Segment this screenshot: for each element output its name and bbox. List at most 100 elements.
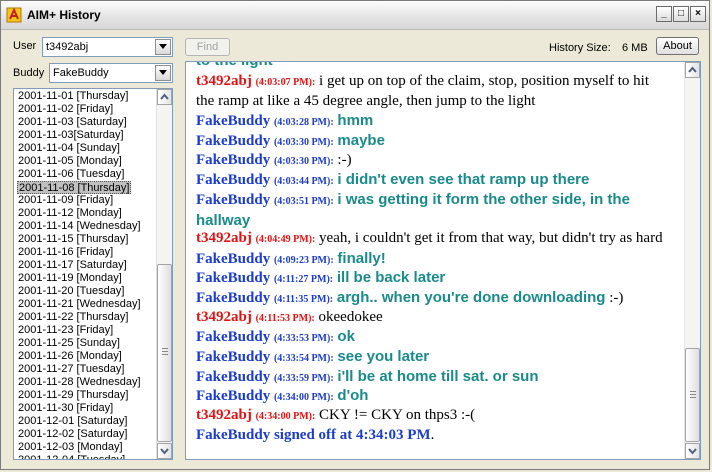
chat-message: FakeBuddy (4:03:28 PM): hmm xyxy=(196,111,671,132)
message-text: finally! xyxy=(337,250,386,267)
close-button[interactable]: × xyxy=(690,6,706,22)
date-list-item[interactable]: 2001-11-15 [Thursday] xyxy=(17,233,129,246)
signoff-line: FakeBuddy signed off at 4:34:03 PM. xyxy=(196,426,671,445)
chat-message: FakeBuddy (4:09:23 PM): finally! xyxy=(196,249,671,270)
timestamp: (4:11:27 PM): xyxy=(273,274,334,285)
date-list-item[interactable]: 2001-12-01 [Saturday] xyxy=(17,415,128,428)
timestamp: (4:34:00 PM): xyxy=(255,411,316,422)
title-bar[interactable]: AIM+ History _ □ × xyxy=(1,1,709,30)
date-list-item[interactable]: 2001-11-28 [Wednesday] xyxy=(17,376,142,389)
sender-name: FakeBuddy xyxy=(196,388,271,404)
chat-message: FakeBuddy (4:03:51 PM): i was getting it… xyxy=(196,190,671,231)
chat-message: FakeBuddy (4:11:35 PM): argh.. when you'… xyxy=(196,288,671,309)
signoff-text: FakeBuddy signed off at 4:34:03 PM xyxy=(196,427,431,443)
date-list-item[interactable]: 2001-11-06 [Tuesday] xyxy=(17,168,125,181)
date-list[interactable]: 2001-11-01 [Thursday] 2001-11-02 [Friday]… xyxy=(13,88,173,460)
chat-scrollbar[interactable] xyxy=(684,62,700,459)
date-list-item[interactable]: 2001-12-02 [Saturday] xyxy=(17,428,128,441)
chat-message: FakeBuddy (4:03:30 PM): maybe xyxy=(196,131,671,152)
chat-cut-line: to the light xyxy=(196,62,671,71)
buddy-select[interactable]: FakeBuddy xyxy=(49,63,173,83)
user-dropdown-button[interactable] xyxy=(155,39,171,55)
sender-name: t3492abj xyxy=(196,407,252,423)
message-text: maybe xyxy=(337,132,385,149)
message-text: i didn't even see that ramp up there xyxy=(337,171,590,188)
date-list-item[interactable]: 2001-11-17 [Saturday] xyxy=(17,259,128,272)
sender-name: t3492abj xyxy=(196,73,252,89)
date-list-item[interactable]: 2001-11-29 [Thursday] xyxy=(17,389,129,402)
timestamp: (4:03:28 PM): xyxy=(273,117,334,128)
timestamp: (4:11:35 PM): xyxy=(273,294,334,305)
date-list-item[interactable]: 2001-11-21 [Wednesday] xyxy=(17,298,142,311)
message-emoticon: :-) xyxy=(609,290,624,306)
date-list-item[interactable]: 2001-11-14 [Wednesday] xyxy=(17,220,142,233)
sender-name: t3492abj xyxy=(196,309,252,325)
date-list-item[interactable]: 2001-11-09 [Friday] xyxy=(17,194,114,207)
date-list-item[interactable]: 2001-11-04 [Sunday] xyxy=(17,142,121,155)
chat-log[interactable]: to the light t3492abj (4:03:07 PM): i ge… xyxy=(185,61,701,460)
date-list-item[interactable]: 2001-11-25 [Sunday] xyxy=(17,337,121,350)
date-list-item[interactable]: 2001-11-22 [Thursday] xyxy=(17,311,129,324)
message-text: CKY != CKY on thps3 :-( xyxy=(319,407,476,423)
timestamp: (4:03:07 PM): xyxy=(255,77,316,88)
timestamp: (4:04:49 PM): xyxy=(255,234,316,245)
chat-message: FakeBuddy (4:33:53 PM): ok xyxy=(196,327,671,348)
chat-message: FakeBuddy (4:11:27 PM): ill be back late… xyxy=(196,268,671,289)
date-list-item[interactable]: 2001-11-03[Saturday] xyxy=(17,129,125,142)
message-text: hmm xyxy=(337,112,374,129)
chat-scroll-thumb[interactable] xyxy=(685,348,700,442)
chat-scroll-up-button[interactable] xyxy=(685,62,700,78)
timestamp: (4:33:54 PM): xyxy=(273,353,334,364)
date-list-item[interactable]: 2001-11-30 [Friday] xyxy=(17,402,114,415)
date-list-item[interactable]: 2001-11-20 [Tuesday] xyxy=(17,285,125,298)
timestamp: (4:03:51 PM): xyxy=(273,196,334,207)
date-list-item[interactable]: 2001-11-26 [Monday] xyxy=(17,350,123,363)
date-list-item[interactable]: 2001-11-19 [Monday] xyxy=(17,272,123,285)
date-list-item[interactable]: 2001-11-02 [Friday] xyxy=(17,103,114,116)
chevron-up-icon xyxy=(688,66,697,73)
date-list-scrollbar[interactable] xyxy=(156,89,172,459)
aim-app-icon xyxy=(6,7,22,23)
message-text: ok xyxy=(337,328,355,345)
timestamp: (4:11:53 PM): xyxy=(255,313,315,324)
sender-name: FakeBuddy xyxy=(196,113,271,129)
date-list-item[interactable]: 2001-11-12 [Monday] xyxy=(17,207,123,220)
date-list-item[interactable]: 2001-11-03 [Saturday] xyxy=(17,116,128,129)
chat-message: t3492abj (4:03:07 PM): i get up on top o… xyxy=(196,72,671,111)
sender-name: FakeBuddy xyxy=(196,369,271,385)
chat-message: t3492abj (4:11:53 PM): okeedokee xyxy=(196,308,671,328)
chat-message: FakeBuddy (4:03:44 PM): i didn't even se… xyxy=(196,170,671,191)
maximize-button[interactable]: □ xyxy=(673,6,689,22)
timestamp: (4:03:30 PM): xyxy=(273,137,334,148)
timestamp: (4:34:00 PM): xyxy=(273,392,334,403)
message-text: okeedokee xyxy=(318,309,383,325)
message-text: yeah, i couldn't get it from that way, b… xyxy=(319,230,663,246)
date-list-item[interactable]: 2001-11-05 [Monday] xyxy=(17,155,123,168)
chat-scroll-down-button[interactable] xyxy=(685,443,700,459)
date-list-item[interactable]: 2001-11-01 [Thursday] xyxy=(17,90,129,103)
chat-message: FakeBuddy (4:03:30 PM): :-) xyxy=(196,151,671,171)
date-list-item[interactable]: 2001-11-16 [Friday] xyxy=(17,246,114,259)
chevron-down-icon xyxy=(688,448,697,455)
sender-name: FakeBuddy xyxy=(196,192,271,208)
buddy-dropdown-button[interactable] xyxy=(155,65,171,81)
date-list-item[interactable]: 2001-11-08 [Thursday] xyxy=(17,181,132,194)
scroll-thumb[interactable] xyxy=(157,264,172,442)
date-list-item[interactable]: 2001-12-03 [Monday] xyxy=(17,441,124,454)
signoff-period: . xyxy=(430,427,435,443)
date-list-item[interactable]: 2001-12-04 [Tuesday] xyxy=(17,454,126,459)
minimize-button[interactable]: _ xyxy=(656,6,672,22)
scroll-down-button[interactable] xyxy=(157,443,172,459)
chat-message: t3492abj (4:04:49 PM): yeah, i couldn't … xyxy=(196,229,671,249)
date-list-item[interactable]: 2001-11-27 [Tuesday] xyxy=(17,363,125,376)
chat-message: FakeBuddy (4:33:59 PM): i'll be at home … xyxy=(196,367,671,388)
sender-name: FakeBuddy xyxy=(196,172,271,188)
sender-name: FakeBuddy xyxy=(196,270,271,286)
find-button[interactable]: Find xyxy=(185,38,230,56)
user-select[interactable]: t3492abj xyxy=(42,37,173,57)
chat-cut-text: to the light xyxy=(196,62,273,69)
about-button[interactable]: About xyxy=(656,37,699,55)
scroll-up-button[interactable] xyxy=(157,89,172,105)
date-list-item[interactable]: 2001-11-23 [Friday] xyxy=(17,324,114,337)
timestamp: (4:33:53 PM): xyxy=(273,333,334,344)
